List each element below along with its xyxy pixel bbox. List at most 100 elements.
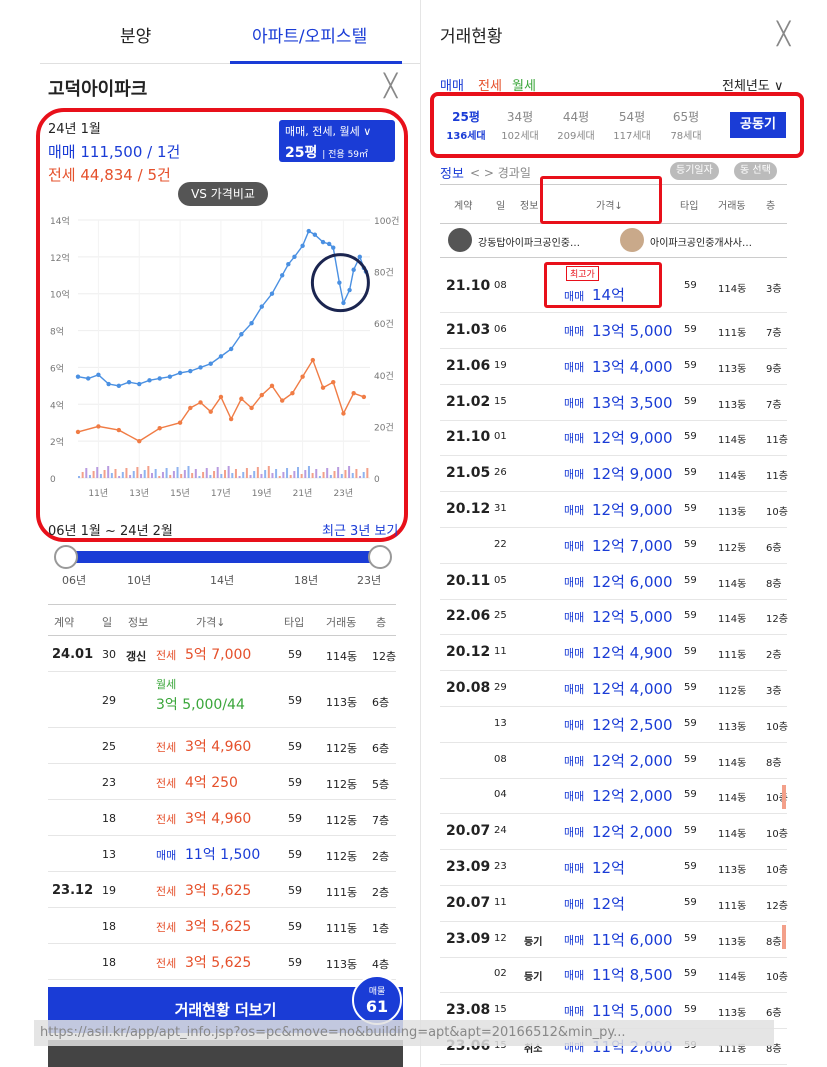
- row-month: 23.08: [446, 1002, 491, 1019]
- table-row[interactable]: 25 전세 3억 4,960 59 112동 6층: [48, 728, 396, 764]
- row-type: 59: [288, 920, 302, 933]
- row-price: 12억: [592, 859, 625, 877]
- close-icon[interactable]: ╳: [384, 74, 397, 99]
- table-row[interactable]: 18 전세 3억 5,625 59 113동 4층: [48, 944, 396, 980]
- table-row[interactable]: 23.09 12 등기 매매 11억 6,000 59 113동 8층: [440, 922, 787, 958]
- row-day: 08: [494, 753, 507, 765]
- highlight-size-box: [430, 92, 804, 158]
- table-row[interactable]: 23.09 23 매매 12억 59 113동 10층: [440, 850, 788, 886]
- table-row[interactable]: 21.05 26 매매 12억 9,000 59 114동 11층: [440, 456, 788, 493]
- row-day: 31: [494, 503, 507, 514]
- recent-3y-link[interactable]: 최근 3년 보기: [322, 520, 398, 539]
- table-row[interactable]: 29 월세 3억 5,000/44 59 113동 6층: [48, 672, 396, 728]
- table-row[interactable]: 21.03 06 매매 13억 5,000 59 111동 7층: [440, 313, 787, 349]
- agent-name[interactable]: 아이파크공인중개사사…: [650, 234, 752, 249]
- sale-tag: 매매: [564, 504, 585, 517]
- table-row[interactable]: 20.07 24 매매 12억 2,000 59 114동 10층: [440, 814, 788, 851]
- row-price: 11억 1,500: [185, 847, 261, 863]
- sale-tag: 매매: [564, 897, 585, 911]
- row-price: 12억 7,000: [592, 536, 673, 555]
- row-month: 20.11: [446, 572, 491, 589]
- row-month: 20.12: [446, 644, 491, 661]
- table-row[interactable]: 20.11 05 매매 12억 6,000 59 114동 8층: [440, 564, 787, 600]
- table-row[interactable]: 21.10 01 매매 12억 9,000 59 114동 11층: [440, 420, 788, 457]
- table-row[interactable]: 23 전세 4억 250 59 112동 5층: [48, 764, 396, 800]
- table-row[interactable]: 22 매매 12억 7,000 59 112동 6층: [440, 528, 787, 564]
- sale-tag: 매매: [564, 468, 585, 482]
- row-floor: 7층: [766, 328, 782, 339]
- table-row[interactable]: 22.06 25 매매 12억 5,000 59 114동 12층: [440, 599, 788, 636]
- kind-tag: 월세: [156, 678, 177, 691]
- sale-tag: 매매: [564, 1005, 585, 1019]
- row-price: 12억 9,000: [592, 501, 673, 519]
- kind-tag: 전세: [156, 957, 177, 970]
- table-row[interactable]: 20.08 29 매매 12억 4,000 59 112동 3층: [440, 671, 787, 707]
- row-dong: 114동: [718, 757, 747, 769]
- row-dong: 113동: [718, 363, 747, 375]
- row-floor: 7층: [372, 814, 390, 827]
- kind-tag: 전세: [156, 741, 177, 754]
- dong-select-pill[interactable]: 동 선택: [734, 162, 777, 180]
- col-price[interactable]: 가격↓: [196, 614, 225, 630]
- close-icon[interactable]: ╳: [777, 22, 790, 47]
- table-row[interactable]: 08 매매 12억 2,000 59 114동 8층: [440, 743, 787, 779]
- row-type: 59: [288, 848, 302, 861]
- table-row[interactable]: 13 매매 11억 1,500 59 112동 2층: [48, 836, 396, 872]
- row-dong: 111동: [718, 328, 747, 339]
- row-type: 59: [288, 740, 302, 753]
- row-type: 59: [684, 467, 697, 479]
- row-floor: 8층: [766, 757, 782, 769]
- row-dong: 112동: [718, 686, 747, 697]
- row-type: 59: [684, 538, 697, 550]
- table-row[interactable]: 21.02 15 매매 13억 3,500 59 113동 7층: [440, 385, 787, 421]
- tab-presale[interactable]: 분양: [120, 22, 151, 47]
- row-floor: 10층: [766, 972, 788, 984]
- row-day: 08: [494, 280, 507, 291]
- table-row[interactable]: 24.01 30 갱신 전세 5억 7,000 59 114동 12층: [48, 636, 396, 672]
- row-floor: 12층: [766, 614, 788, 626]
- row-month: 21.10: [446, 429, 491, 446]
- table-row[interactable]: 04 매매 12억 2,000 59 114동 10층: [440, 778, 788, 815]
- row-type: 59: [684, 682, 697, 693]
- col-dong: 거래동: [718, 201, 746, 212]
- row-type: 59: [288, 812, 302, 825]
- listing-badge[interactable]: 매물 61: [352, 975, 402, 1025]
- table-row[interactable]: 21.06 19 매매 13억 4,000 59 113동 9층: [440, 349, 787, 385]
- row-dong: 113동: [718, 936, 747, 948]
- right-title: 거래현황: [440, 27, 503, 47]
- row-floor: 6층: [372, 696, 390, 709]
- row-dong: 113동: [326, 958, 358, 971]
- info-toggle[interactable]: 정보: [440, 163, 464, 182]
- table-row[interactable]: 23.12 19 전세 3억 5,625 59 111동 2층: [48, 872, 396, 908]
- table-row[interactable]: 02 등기 매매 11억 8,500 59 114동 10층: [440, 957, 788, 994]
- table-row[interactable]: 18 전세 3억 4,960 59 112동 7층: [48, 800, 396, 836]
- table-row[interactable]: 18 전세 3억 5,625 59 111동 1층: [48, 908, 396, 944]
- col-dong: 거래동: [326, 616, 357, 629]
- row-dong: 113동: [718, 1008, 747, 1020]
- slider-start-handle[interactable]: [54, 545, 78, 569]
- agent-name[interactable]: 강동탑아이파크공인중…: [478, 234, 580, 249]
- row-price: 12억 9,000: [592, 465, 673, 484]
- row-dong: 113동: [718, 399, 747, 411]
- row-month: 21.02: [446, 393, 491, 410]
- slider-end-handle[interactable]: [368, 545, 392, 569]
- elapsed-nav[interactable]: < > 경과일: [470, 164, 531, 181]
- reg-date-pill[interactable]: 등기일자: [670, 162, 719, 180]
- row-floor: 2층: [372, 886, 390, 899]
- tab-apartment[interactable]: 아파트/오피스텔: [252, 22, 367, 47]
- table-row[interactable]: 20.12 11 매매 12억 4,900 59 111동 2층: [440, 635, 787, 672]
- kind-tag: 매매: [156, 849, 177, 862]
- year-range-slider[interactable]: [66, 551, 380, 563]
- table-row[interactable]: 13 매매 12억 2,500 59 113동 10층: [440, 707, 788, 743]
- active-tab-indicator: [230, 61, 402, 64]
- top-tabs: 분양 아파트/오피스텔: [40, 0, 420, 64]
- table-row[interactable]: 20.07 11 매매 12억 59 111동 12층: [440, 886, 788, 922]
- row-dong: 113동: [718, 507, 747, 518]
- table-row[interactable]: 20.12 31 매매 12억 9,000 59 113동 10층: [440, 492, 788, 528]
- row-type: 59: [684, 825, 697, 837]
- col-floor: 층: [376, 616, 387, 629]
- row-floor: 2층: [766, 650, 782, 662]
- row-floor: 10층: [766, 865, 788, 876]
- row-floor: 3층: [766, 686, 782, 697]
- kind-tag: 전세: [156, 649, 177, 662]
